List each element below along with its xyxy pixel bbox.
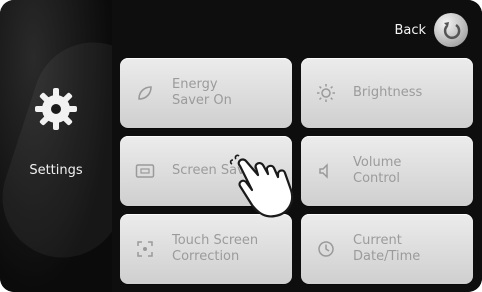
screen-icon	[134, 160, 156, 182]
speaker-icon	[315, 160, 337, 182]
volume-control-label: Volume Control	[353, 155, 402, 186]
energy-saver-label: Energy Saver On	[172, 77, 232, 108]
touch-screen-correction-label: Touch Screen Correction	[172, 233, 259, 264]
brightness-tile[interactable]: Brightness	[301, 58, 473, 128]
pointing-hand-icon	[229, 154, 294, 218]
clock-icon	[315, 238, 337, 260]
settings-label: Settings	[29, 163, 83, 178]
leaf-icon	[134, 82, 156, 104]
gear-icon[interactable]	[33, 86, 79, 132]
touch-screen-correction-tile[interactable]: Touch Screen Correction	[120, 214, 292, 284]
volume-control-tile[interactable]: Volume Control	[301, 136, 473, 206]
date-time-tile[interactable]: Current Date/Time	[301, 214, 473, 284]
sidebar: Settings	[0, 0, 170, 292]
touch-target-icon	[134, 238, 156, 260]
back-arrow-icon	[434, 13, 468, 47]
device-screen: Settings Back Energy Saver On Brightness…	[0, 0, 482, 292]
energy-saver-tile[interactable]: Energy Saver On	[120, 58, 292, 128]
brightness-label: Brightness	[353, 85, 423, 100]
back-button[interactable]: Back	[394, 12, 468, 48]
back-label: Back	[394, 22, 426, 38]
date-time-label: Current Date/Time	[353, 233, 421, 264]
sun-icon	[315, 82, 337, 104]
